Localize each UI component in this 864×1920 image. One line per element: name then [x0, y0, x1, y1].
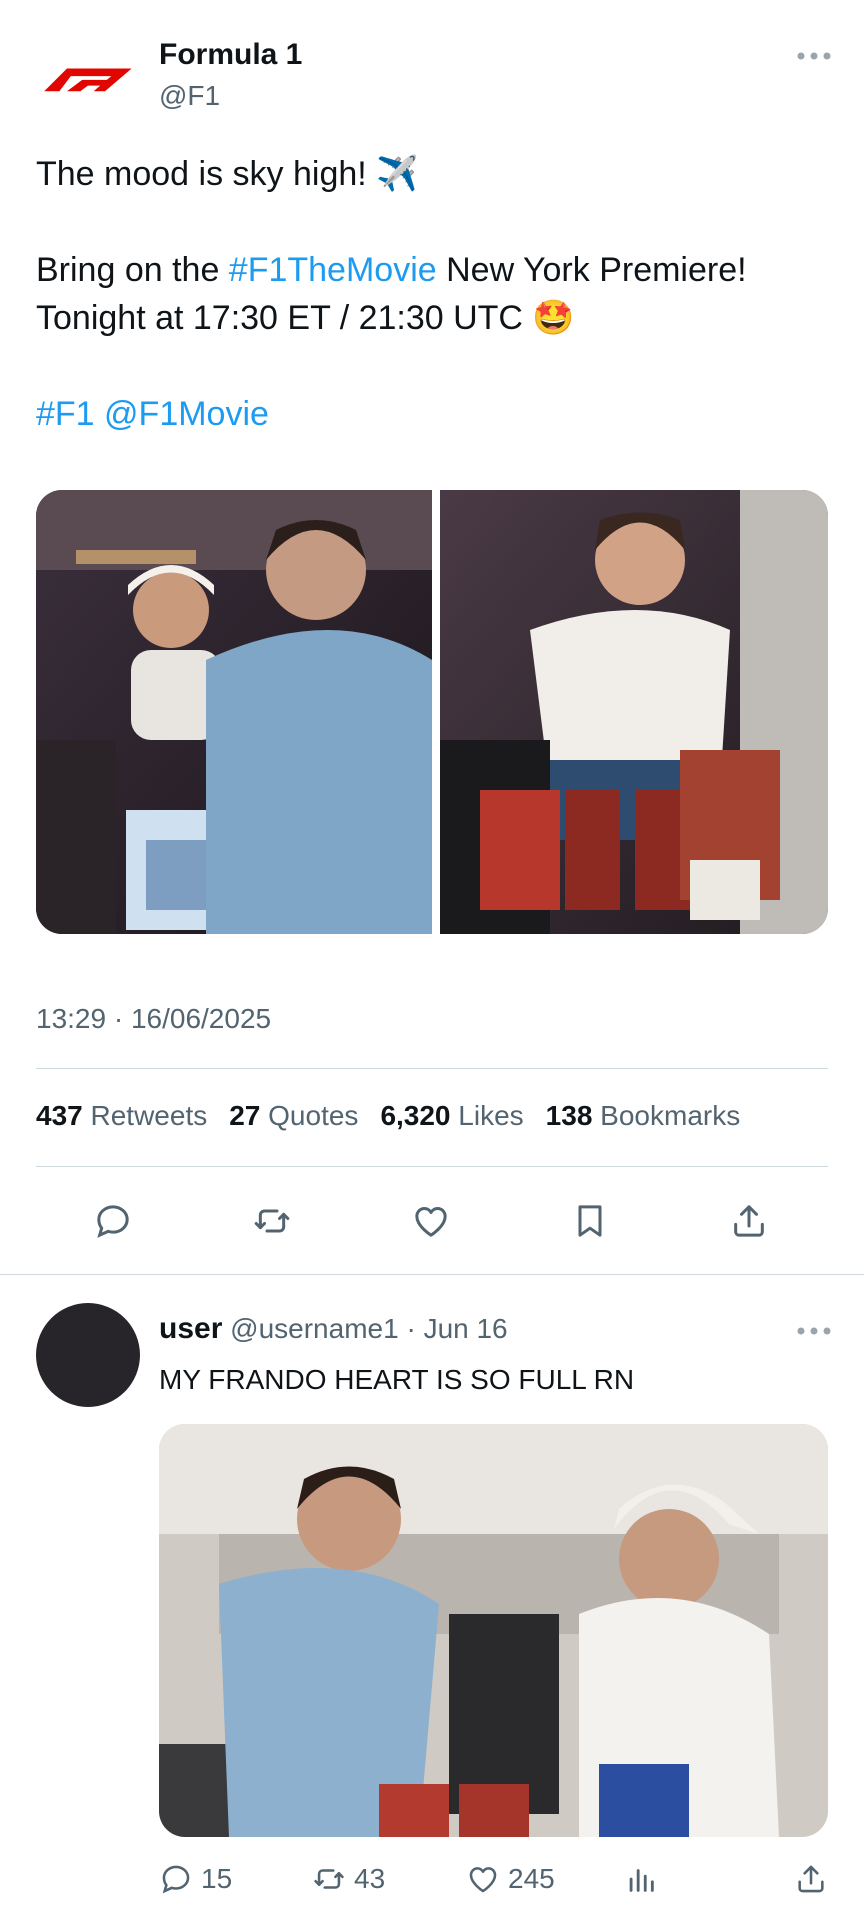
tweet-line-1: The mood is sky high! ✈️	[36, 155, 419, 193]
author-handle[interactable]: @F1	[159, 80, 220, 112]
share-icon	[798, 1865, 824, 1893]
author-name[interactable]: Formula 1	[159, 38, 302, 72]
views-icon	[629, 1869, 654, 1892]
reply-like-button[interactable]: 245	[466, 1862, 555, 1896]
reply-photo[interactable]	[159, 1424, 828, 1837]
retweet-icon	[314, 1869, 344, 1889]
reply-icon	[162, 1865, 190, 1894]
reply-text: MY FRANDO HEART IS SO FULL RN	[159, 1364, 635, 1395]
like-count: 245	[508, 1863, 555, 1894]
like-button[interactable]	[406, 1196, 456, 1246]
quotes-stat[interactable]: 27 Quotes	[229, 1100, 358, 1131]
retweet-icon	[254, 1209, 290, 1233]
retweet-button[interactable]	[247, 1196, 297, 1246]
reply-more-button[interactable]	[796, 1323, 832, 1343]
reply-author-handle[interactable]: @username1	[230, 1313, 399, 1344]
reply-photo-image	[159, 1424, 828, 1837]
bookmarks-count: 138	[545, 1100, 593, 1131]
more-options-button[interactable]	[796, 48, 832, 68]
likes-stat[interactable]: 6,320 Likes	[380, 1100, 523, 1131]
likes-label: Likes	[458, 1100, 524, 1131]
hashtag-f1themovie[interactable]: #F1TheMovie	[229, 251, 437, 289]
reply-separator: ·	[398, 1313, 424, 1344]
section-divider	[0, 1274, 864, 1275]
quotes-count: 27	[229, 1100, 261, 1131]
reply-icon	[97, 1205, 129, 1238]
photo-2-image	[440, 490, 828, 934]
f1-avatar[interactable]	[36, 40, 136, 115]
reply-author-name[interactable]: user	[159, 1312, 222, 1345]
reply-retweet-button[interactable]: 43	[312, 1862, 385, 1896]
quotes-label: Quotes	[268, 1100, 359, 1131]
tweet-line-2: Bring on the #F1TheMovie New York Premie…	[36, 246, 826, 294]
retweet-count: 43	[354, 1863, 386, 1894]
more-icon	[797, 52, 831, 60]
like-icon	[469, 1867, 497, 1893]
reply-views-button[interactable]	[624, 1862, 658, 1896]
stats-row: 437 Retweets 27 Quotes 6,320 Likes 138 Book…	[36, 1100, 740, 1132]
tweet-timestamp[interactable]: 13:29 · 16/06/2025	[36, 1003, 271, 1035]
hashtag-f1[interactable]: #F1	[36, 395, 95, 433]
reply-header: user @username1 · Jun 16	[159, 1312, 508, 1346]
mention-f1movie[interactable]: @F1Movie	[104, 395, 269, 433]
divider-bottom	[36, 1166, 828, 1167]
more-icon	[797, 1327, 831, 1335]
retweets-label: Retweets	[90, 1100, 208, 1131]
share-button[interactable]	[724, 1196, 774, 1246]
line2-suffix: New York Premiere!	[436, 251, 747, 289]
bookmarks-stat[interactable]: 138 Bookmarks	[546, 1100, 741, 1131]
tweet-photo-1[interactable]	[36, 490, 432, 934]
divider-top	[36, 1068, 828, 1069]
reply-date[interactable]: Jun 16	[424, 1313, 508, 1344]
tweet-line-3: Tonight at 17:30 ET / 21:30 UTC 🤩	[36, 299, 575, 337]
tweet-text: The mood is sky high! ✈️ Bring on the #F…	[36, 150, 826, 438]
bookmarks-label: Bookmarks	[600, 1100, 741, 1131]
retweets-count: 437	[36, 1100, 83, 1131]
photo-1-image	[36, 490, 432, 934]
reply-avatar[interactable]	[36, 1303, 140, 1407]
line2-prefix: Bring on the	[36, 251, 229, 289]
reply-reply-button[interactable]: 15	[159, 1862, 232, 1896]
reply-share-button[interactable]	[794, 1862, 828, 1896]
bookmark-button[interactable]	[565, 1196, 615, 1246]
likes-count: 6,320	[380, 1100, 451, 1131]
tweet-photo-2[interactable]	[440, 490, 828, 934]
retweets-stat[interactable]: 437 Retweets	[36, 1100, 207, 1131]
f1-logo-icon	[44, 68, 132, 91]
like-icon	[415, 1207, 447, 1237]
bookmark-icon	[578, 1205, 602, 1237]
share-icon	[734, 1205, 764, 1237]
reply-button[interactable]	[88, 1196, 138, 1246]
reply-count: 15	[201, 1863, 233, 1894]
tweet-line-4: #F1 @F1Movie	[36, 390, 826, 438]
